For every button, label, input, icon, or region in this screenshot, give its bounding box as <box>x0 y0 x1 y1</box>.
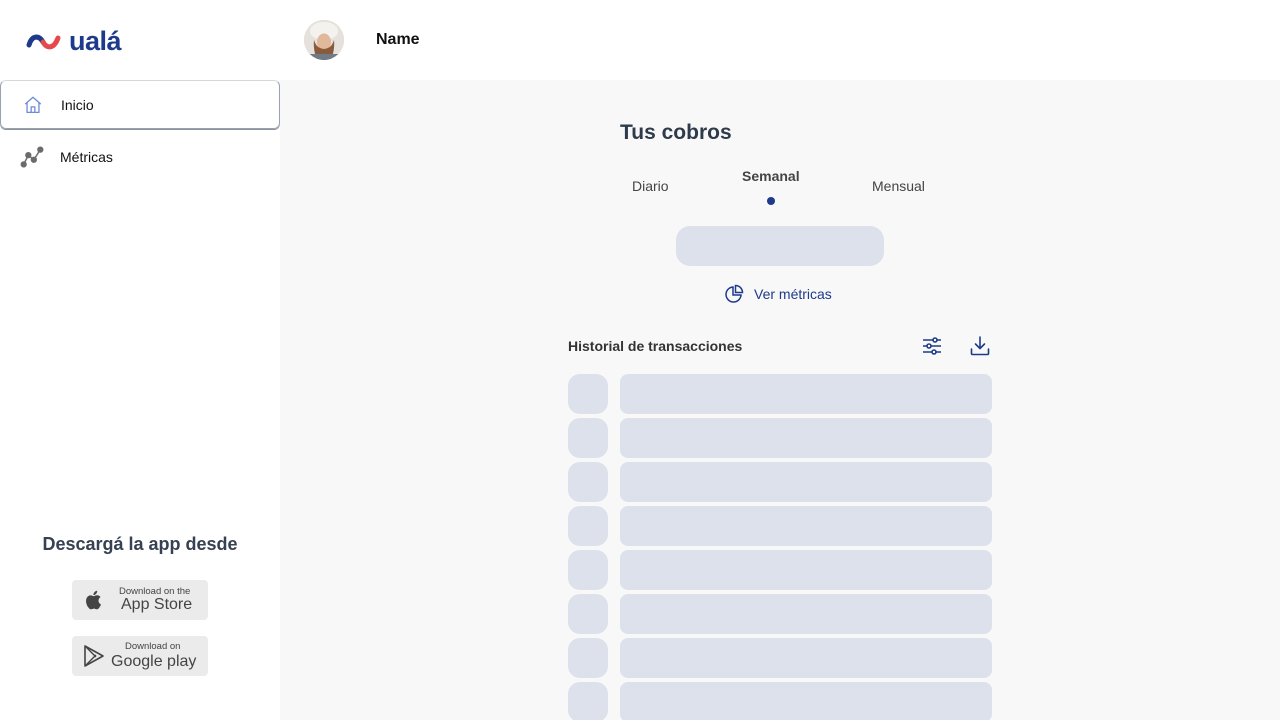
google-play-small-text: Download on <box>125 641 181 652</box>
transaction-text-skeleton <box>620 462 992 502</box>
list-item <box>568 418 992 462</box>
transaction-icon-skeleton <box>568 506 608 546</box>
transaction-text-skeleton <box>620 594 992 634</box>
tab-diario[interactable]: Diario <box>632 178 669 194</box>
download-app-title: Descargá la app desde <box>42 534 238 554</box>
uala-wave-icon <box>26 34 61 50</box>
amount-loading-skeleton <box>676 226 884 266</box>
metrics-icon <box>20 145 44 169</box>
tab-semanal[interactable]: Semanal <box>742 168 800 184</box>
transaction-text-skeleton <box>620 550 992 590</box>
download-button[interactable] <box>968 334 992 358</box>
transaction-text-skeleton <box>620 682 992 720</box>
app-root: ualá Inicio Métricas Descargá la app des… <box>0 0 1280 720</box>
sidebar-item-label: Inicio <box>61 96 94 113</box>
list-item <box>568 462 992 506</box>
selected-tab-indicator <box>767 197 775 205</box>
google-play-icon <box>84 645 104 667</box>
pie-chart-icon <box>725 284 744 303</box>
logo-text: ualá <box>69 25 122 56</box>
ver-metricas-label: Ver métricas <box>754 286 832 302</box>
sidebar: ualá Inicio Métricas Descargá la app des… <box>0 0 280 720</box>
transaction-icon-skeleton <box>568 374 608 414</box>
list-item <box>568 638 992 682</box>
transaction-text-skeleton <box>620 638 992 678</box>
sidebar-item-label: Métricas <box>60 148 113 165</box>
list-item <box>568 682 992 720</box>
avatar-image <box>304 20 344 60</box>
sidebar-item-inicio[interactable]: Inicio <box>0 80 280 129</box>
transaction-icon-skeleton <box>568 462 608 502</box>
filter-sliders-icon <box>923 337 941 355</box>
user-avatar[interactable] <box>304 20 344 60</box>
user-name: Name <box>376 31 420 48</box>
transactions-history-title: Historial de transacciones <box>568 338 743 354</box>
transaction-text-skeleton <box>620 506 992 546</box>
transaction-icon-skeleton <box>568 682 608 720</box>
google-play-badge[interactable]: Download on Google play <box>72 636 208 676</box>
transaction-icon-skeleton <box>568 550 608 590</box>
transaction-text-skeleton <box>620 374 992 414</box>
page-title: Tus cobros <box>620 121 732 144</box>
list-item <box>568 550 992 594</box>
list-item <box>568 374 992 418</box>
list-item <box>568 506 992 550</box>
google-play-big-text: Google play <box>111 653 197 670</box>
uala-logo[interactable]: ualá <box>26 25 122 56</box>
app-store-badge[interactable]: Download on the App Store <box>72 580 208 620</box>
filter-button[interactable] <box>920 334 944 358</box>
transactions-list <box>568 374 992 720</box>
list-item <box>568 594 992 638</box>
download-icon <box>970 336 990 356</box>
home-icon <box>21 93 45 117</box>
transaction-text-skeleton <box>620 418 992 458</box>
ver-metricas-link[interactable]: Ver métricas <box>724 283 832 305</box>
main-content: Tus cobros Diario Semanal Mensual Ver mé… <box>280 80 1280 720</box>
transaction-icon-skeleton <box>568 638 608 678</box>
tab-mensual[interactable]: Mensual <box>872 178 925 194</box>
transaction-icon-skeleton <box>568 594 608 634</box>
app-store-big-text: App Store <box>121 596 193 613</box>
apple-icon <box>86 590 101 610</box>
top-header: Name <box>280 0 1280 80</box>
sidebar-item-metricas[interactable]: Métricas <box>0 132 280 181</box>
transaction-icon-skeleton <box>568 418 608 458</box>
